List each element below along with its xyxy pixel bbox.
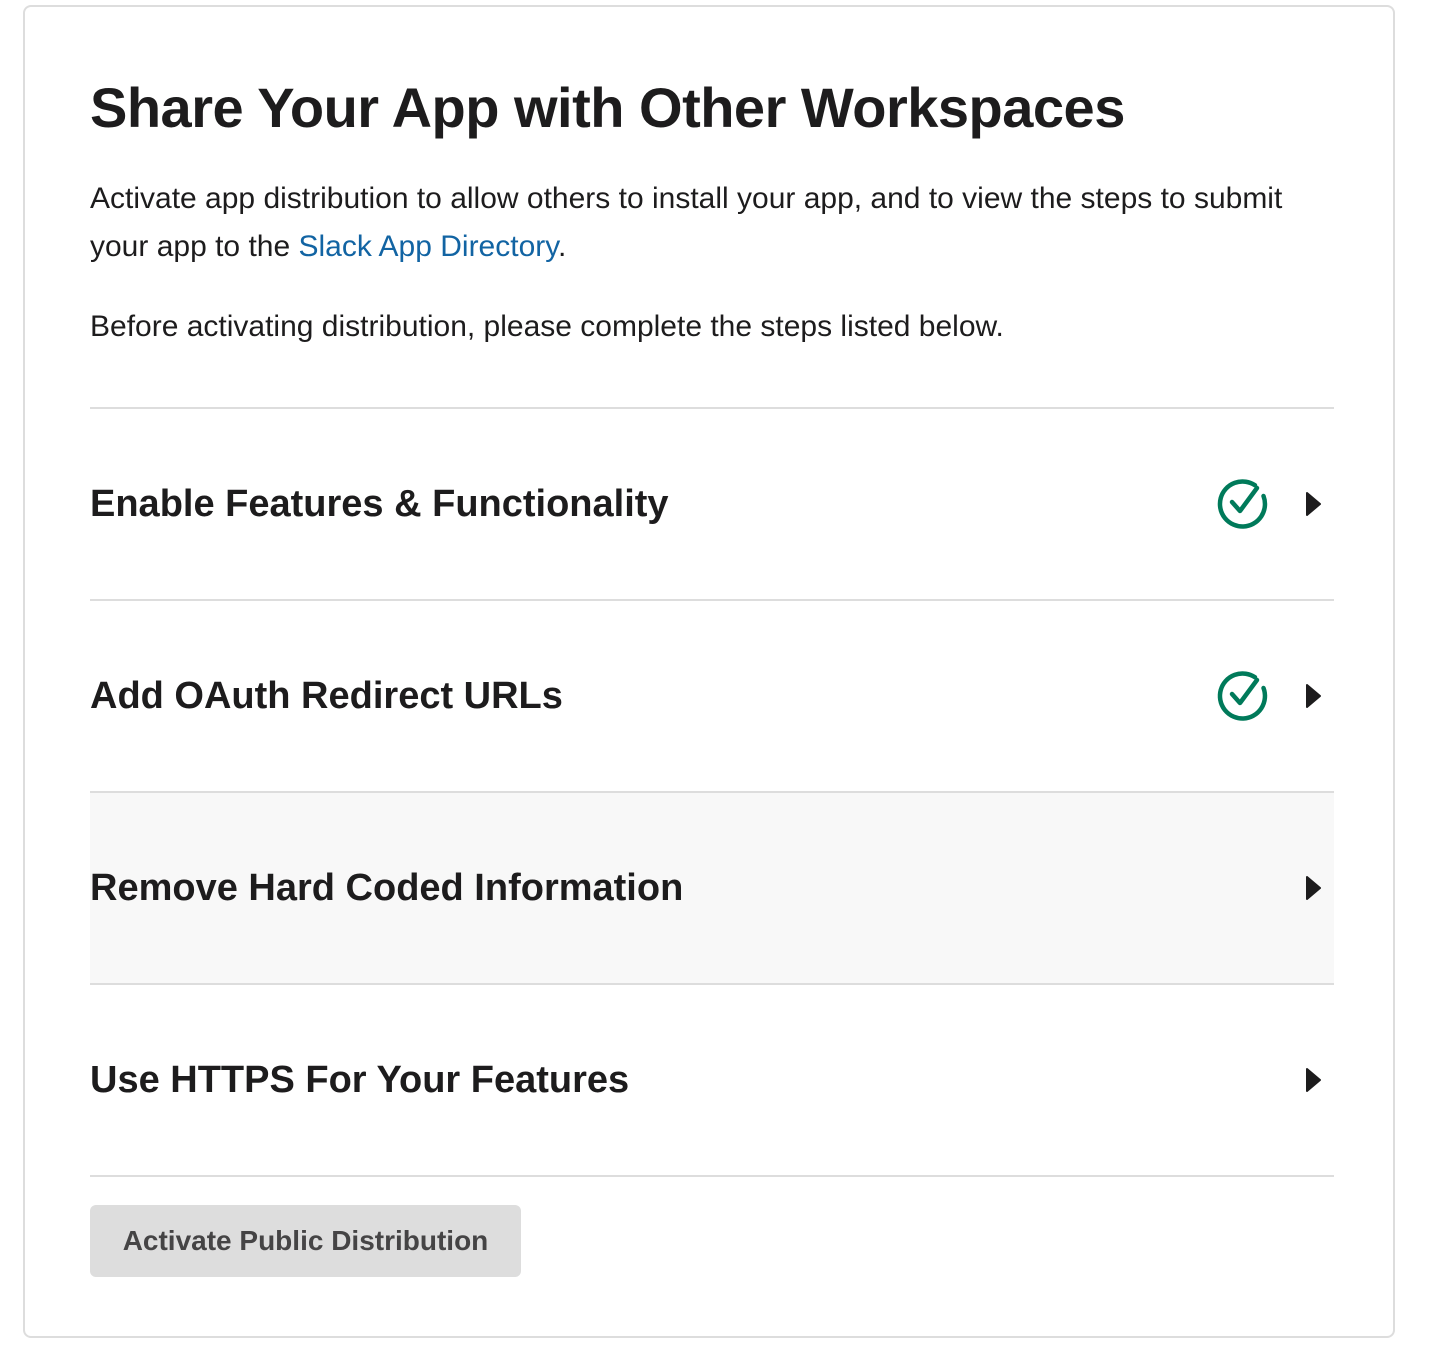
caret-right-icon	[1306, 492, 1321, 516]
step-add-oauth-redirect-urls[interactable]: Add OAuth Redirect URLs	[90, 601, 1334, 793]
step-enable-features[interactable]: Enable Features & Functionality	[90, 409, 1334, 601]
step-label: Use HTTPS For Your Features	[90, 1058, 630, 1101]
step-label: Remove Hard Coded Information	[90, 866, 684, 909]
step-remove-hard-coded-information[interactable]: Remove Hard Coded Information	[90, 793, 1334, 985]
step-label: Add OAuth Redirect URLs	[90, 674, 563, 717]
distribution-card: Share Your App with Other Workspaces Act…	[23, 5, 1395, 1338]
prerequisite-note: Before activating distribution, please c…	[90, 310, 1004, 343]
distribution-steps: Enable Features & Functionality Add OAut…	[90, 407, 1334, 1177]
check-circle-icon	[1217, 479, 1268, 529]
description-text: Activate app distribution to allow other…	[90, 182, 1283, 263]
caret-right-icon	[1306, 684, 1321, 708]
caret-right-icon	[1306, 1068, 1321, 1092]
distribution-description: Activate app distribution to allow other…	[90, 175, 1320, 271]
activate-public-distribution-button[interactable]: Activate Public Distribution	[90, 1205, 521, 1277]
step-label: Enable Features & Functionality	[90, 482, 669, 525]
page-title: Share Your App with Other Workspaces	[90, 76, 1125, 139]
step-use-https[interactable]: Use HTTPS For Your Features	[90, 985, 1334, 1177]
description-period: .	[558, 230, 567, 263]
check-circle-icon	[1217, 671, 1268, 721]
slack-app-directory-link[interactable]: Slack App Directory	[298, 230, 558, 263]
caret-right-icon	[1306, 876, 1321, 900]
